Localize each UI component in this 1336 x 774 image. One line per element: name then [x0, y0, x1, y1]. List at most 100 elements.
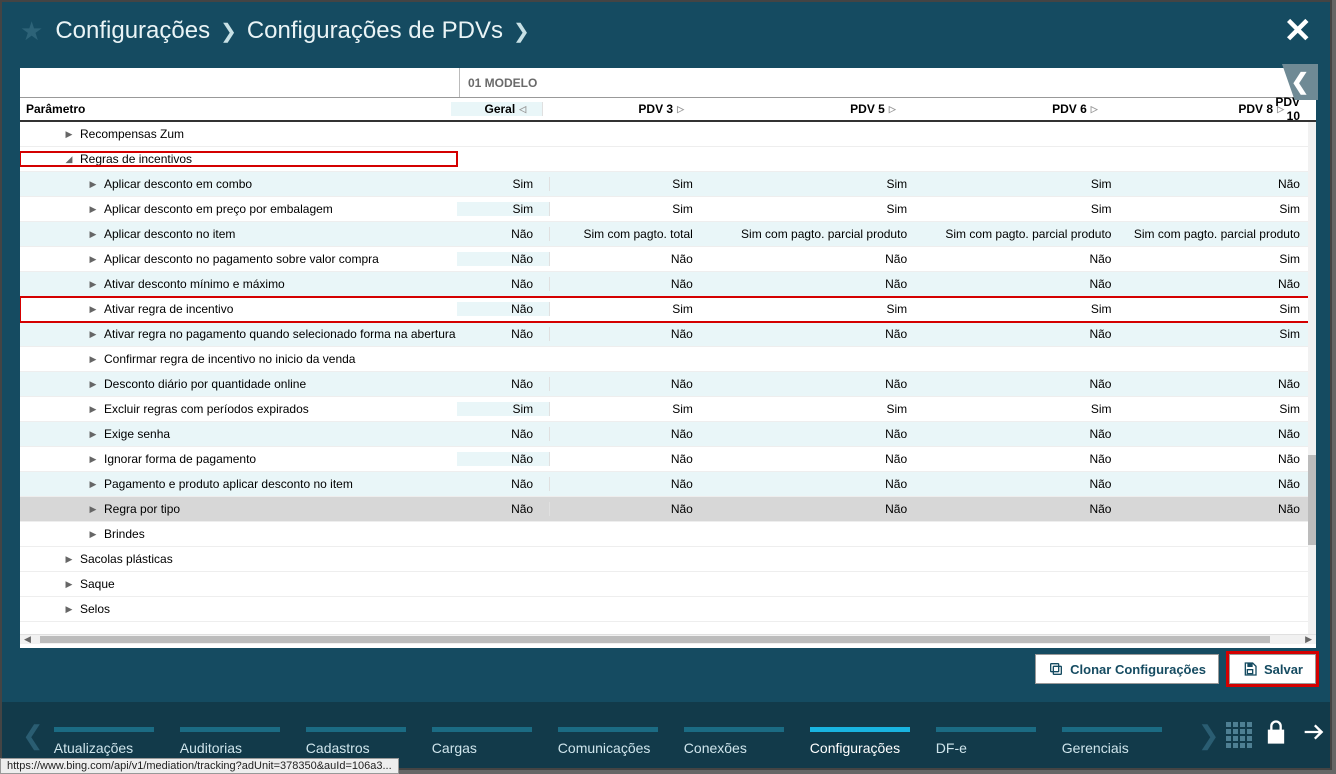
cell-pdv3[interactable]: Sim: [550, 302, 709, 316]
breadcrumb-item-1[interactable]: Configurações: [55, 17, 210, 45]
cell-pdv3[interactable]: Sim com pagto. total: [550, 227, 709, 241]
nav-tab-conex-es[interactable]: Conexões: [684, 727, 810, 768]
cell-geral[interactable]: Não: [457, 252, 550, 266]
cell-pdv8[interactable]: Sim: [1127, 402, 1316, 416]
save-button[interactable]: Salvar: [1229, 654, 1316, 684]
table-row[interactable]: ▶Desconto diário por quantidade onlineNã…: [20, 372, 1316, 397]
cell-pdv3[interactable]: Sim: [550, 177, 709, 191]
disclosure-icon[interactable]: ▶: [88, 229, 98, 240]
table-row[interactable]: ▶Aplicar desconto no pagamento sobre val…: [20, 247, 1316, 272]
cell-pdv8[interactable]: Sim: [1127, 252, 1316, 266]
table-row[interactable]: ▶Ativar regra no pagamento quando seleci…: [20, 322, 1316, 347]
nav-tab-configura-es[interactable]: Configurações: [810, 727, 936, 768]
cell-geral[interactable]: Não: [457, 277, 550, 291]
cell-geral[interactable]: Sim: [457, 202, 550, 216]
table-row[interactable]: ▶Pagamento e produto aplicar desconto no…: [20, 472, 1316, 497]
cell-pdv3[interactable]: Não: [550, 427, 709, 441]
table-row[interactable]: ▶Brindes: [20, 522, 1316, 547]
horizontal-scrollbar[interactable]: ◀ ▶: [20, 634, 1316, 644]
cell-pdv8[interactable]: Sim: [1127, 202, 1316, 216]
cell-geral[interactable]: Não: [457, 502, 550, 516]
cell-pdv3[interactable]: Sim: [550, 202, 709, 216]
table-row[interactable]: ▶Regra por tipoNãoNãoNãoNãoNão: [20, 497, 1316, 522]
disclosure-icon[interactable]: ▶: [88, 254, 98, 265]
cell-pdv8[interactable]: Não: [1127, 277, 1316, 291]
disclosure-icon[interactable]: ▶: [64, 579, 74, 590]
cell-pdv3[interactable]: Sim: [550, 402, 709, 416]
cell-pdv6[interactable]: Não: [923, 427, 1127, 441]
cell-pdv6[interactable]: Não: [923, 327, 1127, 341]
cell-pdv5[interactable]: Não: [709, 427, 923, 441]
cell-pdv5[interactable]: Não: [709, 327, 923, 341]
cell-pdv3[interactable]: Não: [550, 502, 709, 516]
cell-geral[interactable]: Não: [457, 477, 550, 491]
disclosure-icon[interactable]: ▶: [64, 604, 74, 615]
vertical-scrollbar[interactable]: [1308, 122, 1316, 634]
cell-geral[interactable]: Sim: [457, 177, 550, 191]
cell-pdv5[interactable]: Sim: [709, 202, 923, 216]
breadcrumb-item-2[interactable]: Configurações de PDVs: [247, 17, 503, 45]
cell-pdv6[interactable]: Não: [923, 502, 1127, 516]
disclosure-icon[interactable]: ▶: [88, 329, 98, 340]
cell-pdv8[interactable]: Não: [1127, 177, 1316, 191]
disclosure-icon[interactable]: ▶: [88, 404, 98, 415]
nav-tab-df-e[interactable]: DF-e: [936, 727, 1062, 768]
table-row[interactable]: ▶Ativar desconto mínimo e máximoNãoNãoNã…: [20, 272, 1316, 297]
nav-tab-cargas[interactable]: Cargas: [432, 727, 558, 768]
cell-pdv8[interactable]: Não: [1127, 477, 1316, 491]
nav-prev-icon[interactable]: ❮: [16, 720, 50, 751]
cell-pdv5[interactable]: Sim: [709, 402, 923, 416]
disclosure-icon[interactable]: ▶: [88, 304, 98, 315]
cell-pdv6[interactable]: Sim: [923, 302, 1127, 316]
disclosure-icon[interactable]: ▶: [64, 129, 74, 140]
cell-pdv6[interactable]: Não: [923, 252, 1127, 266]
table-row[interactable]: ▶Selos: [20, 597, 1316, 622]
disclosure-icon[interactable]: ▶: [64, 554, 74, 565]
disclosure-icon[interactable]: ▶: [88, 454, 98, 465]
cell-pdv8[interactable]: Não: [1127, 452, 1316, 466]
table-row[interactable]: ▶Exige senhaNãoNãoNãoNãoNão: [20, 422, 1316, 447]
cell-pdv5[interactable]: Não: [709, 502, 923, 516]
close-icon[interactable]: ✕: [1284, 14, 1313, 48]
disclosure-icon[interactable]: ▶: [88, 479, 98, 490]
cell-pdv5[interactable]: Não: [709, 277, 923, 291]
cell-pdv6[interactable]: Sim: [923, 402, 1127, 416]
table-row[interactable]: ▶Recompensas Zum: [20, 122, 1316, 147]
cell-pdv5[interactable]: Sim: [709, 177, 923, 191]
cell-pdv3[interactable]: Não: [550, 452, 709, 466]
cell-pdv6[interactable]: Não: [923, 477, 1127, 491]
disclosure-icon[interactable]: ▶: [88, 429, 98, 440]
cell-pdv5[interactable]: Não: [709, 252, 923, 266]
col-pdv6[interactable]: PDV 6▷: [912, 102, 1114, 116]
forward-arrow-icon[interactable]: [1300, 718, 1328, 753]
disclosure-icon[interactable]: ▶: [88, 279, 98, 290]
clone-config-button[interactable]: Clonar Configurações: [1035, 654, 1219, 684]
cell-pdv8[interactable]: Não: [1127, 377, 1316, 391]
cell-geral[interactable]: Não: [457, 377, 550, 391]
table-row[interactable]: ▶Aplicar desconto em preço por embalagem…: [20, 197, 1316, 222]
cell-pdv3[interactable]: Não: [550, 477, 709, 491]
disclosure-icon[interactable]: ▶: [88, 529, 98, 540]
col-param[interactable]: Parâmetro: [20, 102, 451, 116]
cell-geral[interactable]: Não: [457, 427, 550, 441]
nav-next-icon[interactable]: ❯: [1192, 720, 1226, 751]
lock-icon[interactable]: [1262, 718, 1290, 753]
disclosure-icon[interactable]: ◢: [64, 154, 74, 165]
cell-pdv6[interactable]: Sim com pagto. parcial produto: [923, 227, 1127, 241]
cell-pdv8[interactable]: Sim com pagto. parcial produto: [1127, 227, 1316, 241]
cell-pdv3[interactable]: Não: [550, 252, 709, 266]
cell-geral[interactable]: Não: [457, 302, 550, 316]
favorite-star-icon[interactable]: ★: [20, 16, 43, 47]
cell-geral[interactable]: Sim: [457, 402, 550, 416]
cell-pdv8[interactable]: Sim: [1127, 302, 1316, 316]
disclosure-icon[interactable]: ▶: [88, 179, 98, 190]
cell-geral[interactable]: Não: [457, 327, 550, 341]
cell-pdv5[interactable]: Sim com pagto. parcial produto: [709, 227, 923, 241]
table-row[interactable]: ▶Aplicar desconto no itemNãoSim com pagt…: [20, 222, 1316, 247]
cell-pdv6[interactable]: Não: [923, 377, 1127, 391]
cell-geral[interactable]: Não: [457, 452, 550, 466]
cell-pdv5[interactable]: Sim: [709, 302, 923, 316]
table-row[interactable]: ▶Sacolas plásticas: [20, 547, 1316, 572]
cell-pdv5[interactable]: Não: [709, 452, 923, 466]
col-pdv5[interactable]: PDV 5▷: [700, 102, 912, 116]
